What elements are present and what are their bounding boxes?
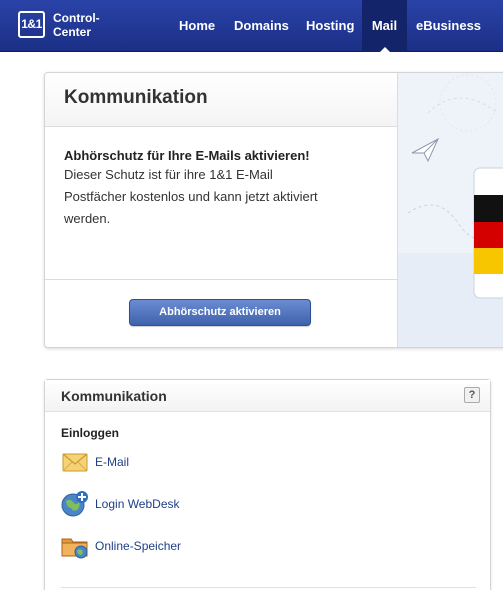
nav-mail[interactable]: Mail — [362, 0, 407, 53]
activate-protection-button[interactable]: Abhörschutz aktivieren — [129, 299, 311, 326]
link-email[interactable]: E-Mail — [61, 448, 321, 476]
promo-title: Kommunikation — [64, 87, 208, 108]
nav-ebusiness[interactable]: eBusiness — [407, 0, 490, 52]
brand-name-line2: Center — [53, 25, 92, 39]
nav-home[interactable]: Home — [170, 0, 224, 52]
promo-illustration — [397, 73, 503, 347]
link-login-webdesk-label: Login WebDesk — [95, 497, 180, 511]
communication-panel: Kommunikation ? Einloggen E-Mail Login W… — [44, 379, 491, 590]
promo-divider — [45, 279, 397, 280]
link-online-storage[interactable]: Online-Speicher — [61, 532, 321, 560]
promo-description: Dieser Schutz ist für ihre 1&1 E-Mail Po… — [64, 167, 318, 226]
nav-hosting[interactable]: Hosting — [297, 0, 363, 52]
link-online-storage-label: Online-Speicher — [95, 539, 182, 553]
promo-illustration-graphic — [398, 74, 503, 347]
germany-flag-icon — [473, 167, 503, 299]
paper-plane-icon — [411, 137, 440, 163]
login-section-label: Einloggen — [61, 426, 119, 440]
envelope-icon — [62, 453, 88, 472]
brand-name-line1: Control- — [53, 11, 100, 25]
folder-globe-icon — [61, 538, 88, 559]
link-login-webdesk[interactable]: Login WebDesk — [61, 490, 321, 518]
communication-title: Kommunikation — [61, 388, 167, 404]
brand-logo[interactable]: 1&1 — [18, 11, 45, 38]
communication-divider — [61, 587, 476, 588]
nav-domains[interactable]: Domains — [225, 0, 298, 52]
communication-panel-header: Kommunikation ? — [45, 380, 490, 412]
brand-name[interactable]: Control- Center — [53, 11, 100, 39]
help-icon[interactable]: ? — [464, 387, 480, 403]
promo-header: Kommunikation — [45, 73, 397, 127]
link-email-label: E-Mail — [95, 455, 130, 469]
promo-subtitle: Abhörschutz für Ihre E-Mails aktivieren! — [64, 148, 310, 163]
top-navigation-bar: 1&1 Control- Center Home Domains Hosting… — [0, 0, 503, 53]
globe-plus-icon — [61, 491, 88, 517]
promo-card: Kommunikation Abhörschutz für Ihre E-Mai… — [44, 72, 503, 348]
